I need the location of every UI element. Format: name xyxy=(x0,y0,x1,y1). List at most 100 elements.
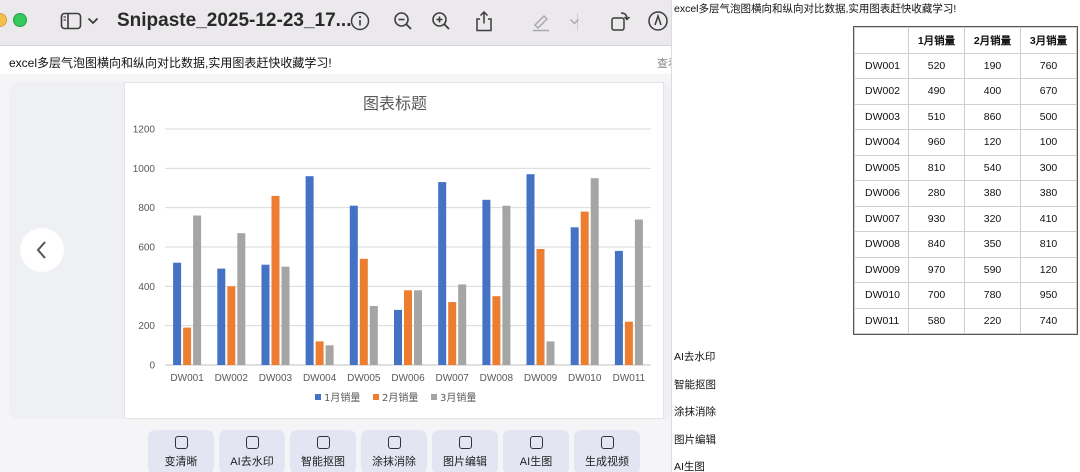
legend-swatch xyxy=(431,394,437,400)
legend-item: 3月销量 xyxy=(431,391,476,404)
y-tick-label: 400 xyxy=(138,282,155,293)
table-cell: 950 xyxy=(1020,282,1077,309)
x-tick-label: DW002 xyxy=(215,373,249,384)
view-more-link[interactable]: 查看 xyxy=(657,55,671,71)
table-header-cell xyxy=(854,27,909,54)
tool-button-ai-watermark[interactable]: AI去水印 xyxy=(219,430,285,472)
tool-button-hd[interactable]: 变清晰 xyxy=(148,430,214,472)
tool-button-label: 智能抠图 xyxy=(301,455,345,468)
tool-list-item[interactable]: AI生图 xyxy=(674,459,716,472)
video-icon xyxy=(600,435,614,449)
bar xyxy=(325,345,334,365)
x-tick-label: DW011 xyxy=(613,373,646,384)
tool-button-ai-image[interactable]: AI生图 xyxy=(503,430,569,472)
bar xyxy=(227,286,236,365)
bar xyxy=(624,321,633,365)
bar xyxy=(261,264,270,365)
table-cell: 490 xyxy=(908,78,965,105)
zoom-out-icon[interactable] xyxy=(390,8,416,34)
table-cell: 350 xyxy=(964,231,1021,258)
bar xyxy=(359,258,368,365)
bar xyxy=(590,178,599,365)
tool-list-item[interactable]: AI去水印 xyxy=(674,349,716,377)
share-icon[interactable] xyxy=(471,8,497,34)
highlight-pen-icon[interactable] xyxy=(528,8,554,34)
table-row: DW003 510 860 500 xyxy=(854,103,1077,130)
table-row: DW011 580 220 740 xyxy=(854,307,1077,334)
chevron-down-icon[interactable] xyxy=(83,8,103,34)
bar xyxy=(502,205,511,365)
bar xyxy=(448,302,457,365)
tool-list-item[interactable]: 涂抹消除 xyxy=(674,404,716,432)
sidebar-toggle-icon[interactable] xyxy=(58,8,84,34)
table-cell: 280 xyxy=(908,180,965,207)
tool-list-item[interactable]: 智能抠图 xyxy=(674,377,716,405)
legend-label: 2月销量 xyxy=(382,391,418,404)
chart-image: 图表标题 0 200 400 600 800 1000 1200 DW001 DW002 DW0… xyxy=(124,82,664,419)
info-icon[interactable] xyxy=(347,8,373,34)
bar xyxy=(349,205,358,365)
chevron-down-icon[interactable] xyxy=(565,8,583,34)
window-title: Snipaste_2025-12-23_17... xyxy=(117,10,352,31)
y-tick-label: 800 xyxy=(138,203,155,214)
tool-list-item[interactable]: 图片编辑 xyxy=(674,432,716,460)
table-row: DW007 930 320 410 xyxy=(854,205,1077,232)
x-tick-label: DW003 xyxy=(259,373,293,384)
table-cell: 540 xyxy=(964,154,1021,181)
bar xyxy=(217,268,226,365)
tool-button-cutout[interactable]: 智能抠图 xyxy=(290,430,356,472)
bar xyxy=(458,284,467,365)
bar xyxy=(369,306,378,365)
x-tick-label: DW009 xyxy=(524,373,558,384)
table-cell: 380 xyxy=(964,180,1021,207)
image-viewer: 图表标题 0 200 400 600 800 1000 1200 DW001 DW002 DW0… xyxy=(9,82,671,419)
table-row-label: DW010 xyxy=(854,282,909,309)
y-tick-label: 1200 xyxy=(133,125,156,136)
tool-button-image-edit[interactable]: 图片编辑 xyxy=(432,430,498,472)
zoom-in-icon[interactable] xyxy=(428,8,454,34)
table-row: DW010 700 780 950 xyxy=(854,282,1077,309)
table-header-row: 1月销量 2月销量 3月销量 xyxy=(854,27,1077,54)
cutout-icon xyxy=(316,435,330,449)
x-tick-label: DW007 xyxy=(436,373,470,384)
table-cell: 860 xyxy=(964,103,1021,130)
previous-image-button[interactable] xyxy=(20,228,64,272)
minimize-button[interactable] xyxy=(0,13,7,27)
tool-list: AI去水印 智能抠图 涂抹消除 图片编辑 AI生图 xyxy=(674,349,716,472)
ai-image-icon xyxy=(529,435,543,449)
tool-button-video[interactable]: 生成视频 xyxy=(574,430,640,472)
bar xyxy=(193,215,202,365)
legend-label: 3月销量 xyxy=(440,391,476,404)
markup-icon[interactable] xyxy=(645,8,671,34)
table-row-label: DW004 xyxy=(854,129,909,156)
bar xyxy=(281,266,290,365)
table-header-cell: 3月销量 xyxy=(1020,27,1077,54)
table-cell: 970 xyxy=(908,256,965,283)
table-cell: 960 xyxy=(908,129,965,156)
sales-table: 1月销量 2月销量 3月销量 DW001 520 190 760 DW002 490 400… xyxy=(854,27,1077,334)
x-tick-label: DW006 xyxy=(391,373,425,384)
bar xyxy=(634,219,643,365)
zoom-window-button[interactable] xyxy=(13,13,27,27)
rotate-icon[interactable] xyxy=(607,8,633,34)
image-tools-bar: 变清晰 AI去水印 智能抠图 涂抹消除 图片编辑 AI生图 生成视频 xyxy=(148,430,640,472)
table-row-label: DW006 xyxy=(854,180,909,207)
post-header: excel多层气泡图横向和纵向对比数据,实用图表赶快收藏学习! 查看 xyxy=(0,46,671,74)
table-row-label: DW005 xyxy=(854,154,909,181)
legend-item: 2月销量 xyxy=(373,391,418,404)
bar xyxy=(580,211,589,365)
legend-swatch xyxy=(373,394,379,400)
table-cell: 510 xyxy=(908,103,965,130)
table-cell: 810 xyxy=(1020,231,1077,258)
bar xyxy=(305,176,314,365)
table-row: DW008 840 350 810 xyxy=(854,231,1077,258)
tool-button-eraser[interactable]: 涂抹消除 xyxy=(361,430,427,472)
tool-button-label: 生成视频 xyxy=(585,455,629,468)
table-cell: 590 xyxy=(964,256,1021,283)
bar xyxy=(536,249,545,365)
table-row: DW005 810 540 300 xyxy=(854,154,1077,181)
table-cell: 580 xyxy=(908,307,965,334)
x-tick-label: DW005 xyxy=(347,373,381,384)
table-row-label: DW003 xyxy=(854,103,909,130)
table-cell: 670 xyxy=(1020,78,1077,105)
